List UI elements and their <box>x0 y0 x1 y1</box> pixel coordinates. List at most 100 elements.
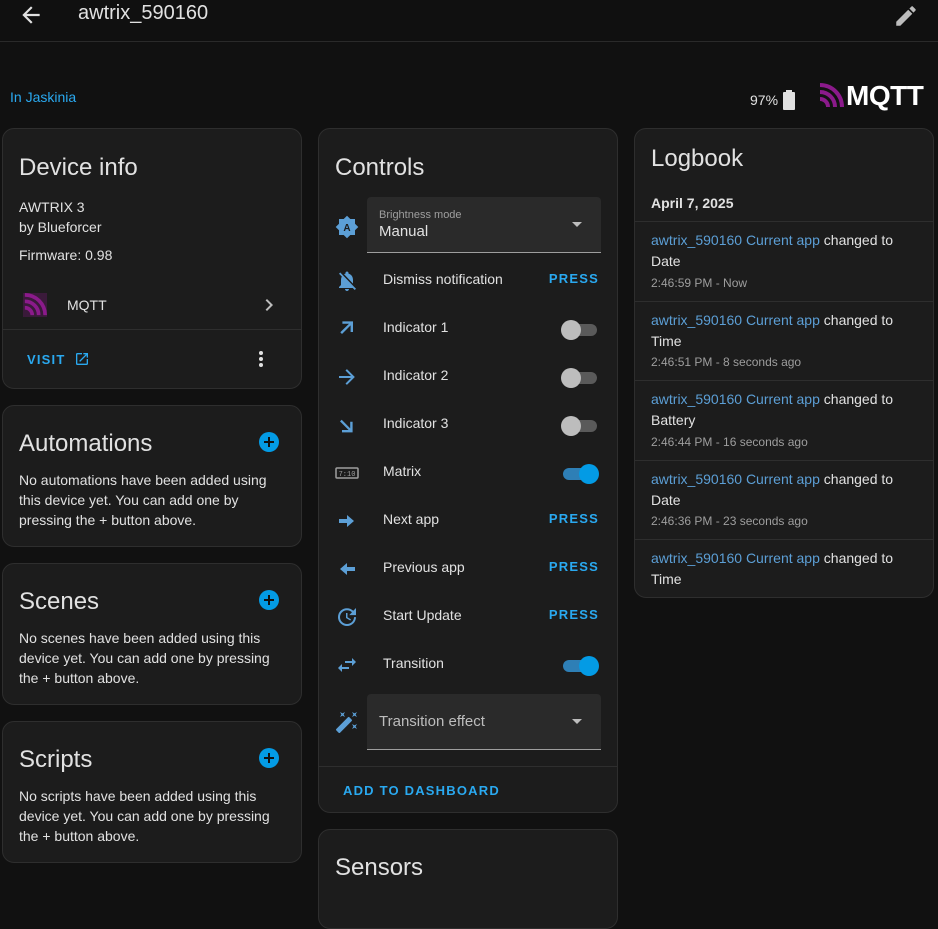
logbook-state: Time <box>651 333 682 349</box>
top-app-bar: awtrix_590160 <box>0 0 938 42</box>
bell-off-icon <box>339 271 356 291</box>
start-update-press-button[interactable]: PRESS <box>549 607 599 622</box>
integration-row[interactable]: MQTT <box>3 281 301 329</box>
back-button[interactable] <box>18 2 44 28</box>
brightness-mode-label: Brightness mode <box>379 209 462 221</box>
transition-toggle[interactable] <box>561 655 599 676</box>
transition-effect-select[interactable]: Transition effect <box>367 694 601 750</box>
update-icon <box>338 608 356 626</box>
battery-icon <box>783 90 796 110</box>
logbook-entry: awtrix_590160 Current app changed to Tim… <box>635 301 933 381</box>
control-label: Next app <box>383 511 440 527</box>
mqtt-logo-icon <box>819 83 844 108</box>
add-to-dashboard-button[interactable]: ADD TO DASHBOARD <box>343 783 500 798</box>
control-label: Dismiss notification <box>383 271 503 287</box>
mqtt-icon <box>23 293 47 317</box>
logbook-state: Date <box>651 253 681 269</box>
toggle-thumb <box>561 368 581 388</box>
visit-label: VISIT <box>27 351 66 367</box>
logbook-entity-link[interactable]: awtrix_590160 Current app <box>651 471 820 487</box>
automations-title: Automations <box>19 430 153 457</box>
controls-title: Controls <box>335 154 425 181</box>
device-info-card: Device info AWTRIX 3 by Blueforcer Firmw… <box>2 128 302 389</box>
toggle-thumb <box>579 464 599 484</box>
logbook-title: Logbook <box>651 145 744 172</box>
logbook-entry: awtrix_590160 Current app changed to Dat… <box>635 221 933 302</box>
logbook-entry: awtrix_590160 Current app changed to Tim… <box>635 539 933 598</box>
previous-app-press-button[interactable]: PRESS <box>549 559 599 574</box>
logbook-time: 2:46:36 PM - 23 seconds ago <box>651 514 808 528</box>
scenes-description: No scenes have been added using this dev… <box>19 630 270 686</box>
indicator-2-toggle[interactable] <box>561 367 597 388</box>
arrow-left-icon <box>22 6 40 24</box>
add-scene-button[interactable] <box>259 590 279 610</box>
control-label: Indicator 1 <box>383 319 449 335</box>
control-row-indicator-3: Indicator 3 <box>319 401 617 449</box>
logbook-entity-link[interactable]: awtrix_590160 Current app <box>651 550 820 566</box>
control-label: Indicator 2 <box>383 367 449 383</box>
page-title: awtrix_590160 <box>78 2 209 24</box>
transition-effect-placeholder: Transition effect <box>379 713 485 730</box>
brightness-mode-value: Manual <box>379 223 429 240</box>
dismiss-notification-press-button[interactable]: PRESS <box>549 271 599 286</box>
control-row-dismiss-notification: Dismiss notification PRESS <box>319 257 617 305</box>
arrow-right-bold-icon <box>339 515 354 527</box>
logbook-time: 2:46:44 PM - 16 seconds ago <box>651 435 808 449</box>
scenes-title: Scenes <box>19 588 100 615</box>
control-label: Transition <box>383 655 444 671</box>
dropdown-arrow-icon <box>572 719 582 724</box>
edit-button[interactable] <box>893 3 919 29</box>
magic-wand-icon <box>335 712 357 734</box>
swap-icon <box>338 658 356 672</box>
control-row-start-update: Start Update PRESS <box>319 593 617 641</box>
control-row-transition: Transition <box>319 641 617 689</box>
battery-status: 97% <box>750 89 796 111</box>
led-matrix-icon: 7:10 <box>335 467 359 479</box>
scripts-card: Scripts No scripts have been added using… <box>2 721 302 863</box>
control-label: Start Update <box>383 607 462 623</box>
more-vert-icon[interactable] <box>249 347 273 371</box>
logbook-entry: awtrix_590160 Current app changed to Dat… <box>635 460 933 540</box>
visit-button[interactable]: VISIT <box>27 351 90 367</box>
device-info-title: Device info <box>19 154 138 181</box>
svg-text:7:10: 7:10 <box>339 471 356 479</box>
chevron-right-icon <box>265 299 273 311</box>
brightness-mode-select[interactable]: Brightness mode Manual <box>367 197 601 253</box>
arrow-bottom-right-icon <box>340 419 353 433</box>
logbook-entity-link[interactable]: awtrix_590160 Current app <box>651 232 820 248</box>
device-firmware: Firmware: 0.98 <box>19 247 113 263</box>
logbook-time: 2:46:51 PM - 8 seconds ago <box>651 355 802 369</box>
toggle-thumb <box>561 416 581 436</box>
add-script-button[interactable] <box>259 748 279 768</box>
logbook-state: Date <box>651 492 681 508</box>
integration-name: MQTT <box>67 297 107 313</box>
arrow-left-bold-icon <box>340 563 355 575</box>
logbook-action: changed to <box>823 391 894 407</box>
control-row-previous-app: Previous app PRESS <box>319 545 617 593</box>
indicator-3-toggle[interactable] <box>561 415 597 436</box>
logbook-state: Time <box>651 571 682 587</box>
svg-text:A: A <box>343 223 350 234</box>
logbook-action: changed to <box>823 232 894 248</box>
control-label: Matrix <box>383 463 422 479</box>
control-row-matrix: 7:10 Matrix <box>319 449 617 497</box>
area-link[interactable]: In Jaskinia <box>10 89 76 105</box>
logbook-entity-link[interactable]: awtrix_590160 Current app <box>651 312 820 328</box>
mqtt-logo-text: MQTT <box>846 80 924 111</box>
scripts-description: No scripts have been added using this de… <box>19 788 270 844</box>
toggle-thumb <box>579 656 599 676</box>
control-label: Indicator 3 <box>383 415 449 431</box>
logbook-date: April 7, 2025 <box>651 195 734 211</box>
logbook-card: Logbook April 7, 2025 awtrix_590160 Curr… <box>634 128 934 598</box>
logbook-entity-link[interactable]: awtrix_590160 Current app <box>651 391 820 407</box>
logbook-action: changed to <box>823 471 894 487</box>
next-app-press-button[interactable]: PRESS <box>549 511 599 526</box>
device-model: AWTRIX 3 <box>19 199 85 215</box>
logbook-action: changed to <box>823 312 894 328</box>
logbook-entry: awtrix_590160 Current app changed to Bat… <box>635 380 933 461</box>
sensors-card: Sensors <box>318 829 618 929</box>
matrix-toggle[interactable] <box>561 463 599 484</box>
scenes-card: Scenes No scenes have been added using t… <box>2 563 302 705</box>
add-automation-button[interactable] <box>259 432 279 452</box>
indicator-1-toggle[interactable] <box>561 319 597 340</box>
